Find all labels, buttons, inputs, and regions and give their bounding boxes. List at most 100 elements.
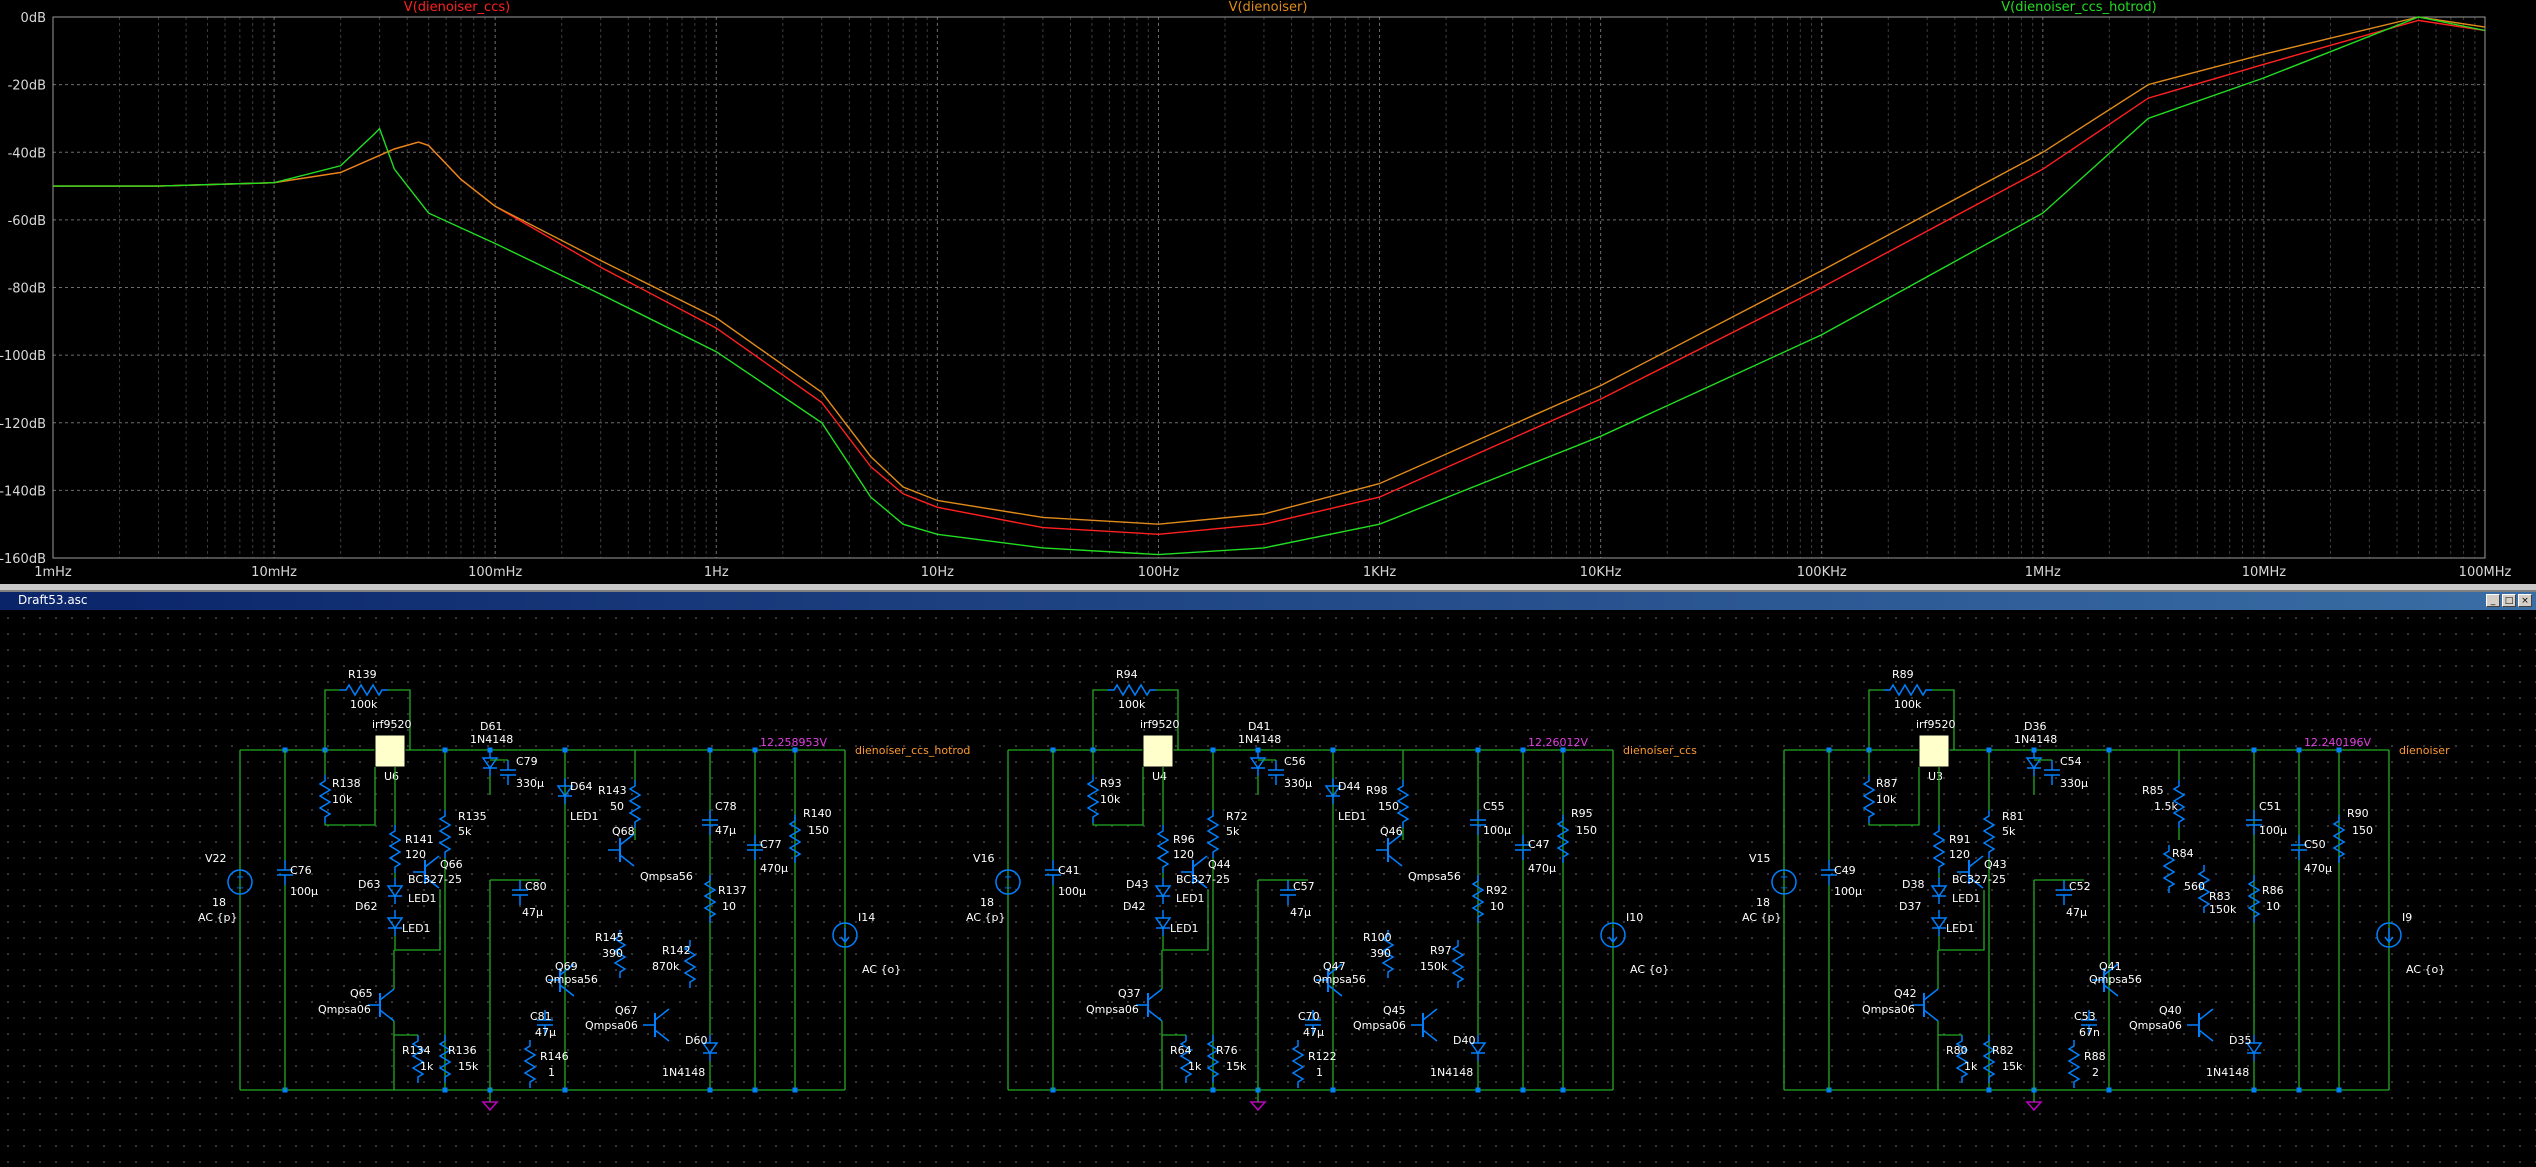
dout-value: 1N4148 (662, 1066, 705, 1079)
diode-top-value: 1N4148 (470, 733, 513, 746)
schematic-window-titlebar[interactable]: Draft53.asc _ □ × (0, 592, 2536, 610)
rlo1-value: 1k (1964, 1060, 1978, 1073)
resistor-symbol (412, 1034, 424, 1084)
y-tick-label: -100dB (0, 349, 46, 364)
mos-model: irf9520 (372, 718, 411, 731)
resistor-symbol (1292, 1039, 1304, 1089)
led-b-ref: D62 (355, 900, 377, 913)
rtop-ref: R143 (598, 784, 627, 797)
clo-value: 47μ (535, 1026, 556, 1039)
schematic-drawing[interactable]: + − V2218AC {p}C76100μR139100kirf9520U6R… (0, 610, 2536, 1163)
qn-value: Qmpsa06 (318, 1003, 371, 1016)
led-c-ref: D44 (1338, 780, 1360, 793)
led-a-ref: D38 (1902, 878, 1924, 891)
isrc-ac: AC {o} (1630, 963, 1669, 976)
clo-ref: C70 (1298, 1010, 1320, 1023)
r2-ref: R141 (405, 833, 434, 846)
mos-ref: U6 (384, 770, 399, 783)
waveform-plot-pane[interactable]: 0dB -20dB -40dB -60dB -80dB -100dB -120dB -140d… (0, 0, 2536, 584)
x-tick-label: 10KHz (1580, 565, 1622, 580)
voltage-source-symbol (995, 869, 1021, 895)
schematic-canvas[interactable]: + − V2218AC {p}C76100μR139100kirf9520U6R… (0, 610, 2536, 1163)
qp-ref: Q66 (440, 858, 463, 871)
led-b-value: LED1 (1946, 922, 1975, 935)
co1-ref: C78 (715, 800, 737, 813)
mos-ref: U3 (1928, 770, 1943, 783)
restore-button[interactable]: □ (2502, 594, 2516, 607)
rlo3-ref: R146 (540, 1050, 569, 1063)
trace-0 (53, 19, 2486, 536)
voltage-source-symbol (227, 869, 253, 895)
csup-ref: C54 (2060, 755, 2082, 768)
ro2-ref: R90 (2347, 807, 2369, 820)
close-button[interactable]: × (2518, 594, 2532, 607)
resistor-symbol (1933, 824, 1945, 874)
co2-value: 470μ (760, 862, 788, 875)
co1-ref: C51 (2259, 800, 2281, 813)
rsup-value: 5k (458, 825, 472, 838)
mos-model: irf9520 (1916, 718, 1955, 731)
qr-value: Qmpsa06 (1353, 1019, 1406, 1032)
trace-label-dienoiser[interactable]: V(dienoiser) (1229, 0, 1308, 15)
window-title: Draft53.asc (18, 593, 88, 607)
vsrc-value: 18 (980, 896, 994, 909)
co1-value: 47μ (715, 824, 736, 837)
dout-value: 1N4148 (1430, 1066, 1473, 1079)
trace-label-hotrod[interactable]: V(dienoiser_ccs_hotrod) (2001, 0, 2156, 15)
qr-ref: Q45 (1383, 1004, 1406, 1017)
x-tick-label: 100Hz (1138, 565, 1180, 580)
ro1-ref: R86 (2262, 884, 2284, 897)
co2-value: 470μ (1528, 862, 1556, 875)
rf-value: 100k (350, 698, 378, 711)
led-symbol (1155, 877, 1171, 905)
minimize-button[interactable]: _ (2486, 594, 2500, 607)
y-tick-label: -60dB (8, 214, 46, 229)
ro1-value: 10 (722, 900, 736, 913)
x-tick-label: 100MHz (2459, 565, 2512, 580)
mos-ref: U4 (1152, 770, 1167, 783)
rm1-value: 390 (602, 947, 623, 960)
isrc-ref: I14 (858, 911, 875, 924)
r2-value: 120 (405, 848, 426, 861)
rf-ref: R94 (1116, 668, 1138, 681)
diode-top-ref: D61 (480, 720, 502, 733)
transistor-symbol (642, 1008, 670, 1042)
co1-ref: C55 (1483, 800, 1505, 813)
x-tick-label: 1MHz (2025, 565, 2061, 580)
rlo3-value: 1 (548, 1066, 555, 1079)
dout-ref: D40 (1453, 1034, 1475, 1047)
led-symbol (387, 877, 403, 905)
dout-value: 1N4148 (2206, 1066, 2249, 1079)
diode-top-value: 1N4148 (1238, 733, 1281, 746)
qtop-ref: Q46 (1380, 825, 1403, 838)
co1-value: 100μ (1483, 824, 1511, 837)
qn-value: Qmpsa06 (1862, 1003, 1915, 1016)
diode-top-ref: D36 (2024, 720, 2046, 733)
led-symbol (1931, 877, 1947, 905)
net-label: dienoiser_ccs (1623, 744, 1697, 757)
csup-value: 330μ (516, 777, 544, 790)
cmid-ref: C80 (525, 880, 547, 893)
rg-ref: R93 (1100, 777, 1122, 790)
y-tick-label: -120dB (0, 417, 46, 432)
trace-label-ccs[interactable]: V(dienoiser_ccs) (404, 0, 510, 15)
diode-top-value: 1N4148 (2014, 733, 2057, 746)
rlo1-ref: R134 (402, 1044, 431, 1057)
x-tick-label: 10Hz (921, 565, 954, 580)
cmid-ref: C57 (1293, 880, 1315, 893)
led-a-value: LED1 (1952, 892, 1981, 905)
cmid-value: 47μ (1290, 906, 1311, 919)
y-tick-label: -140dB (0, 484, 46, 499)
rf-ref: R89 (1892, 668, 1914, 681)
qp-value: BC327-25 (1952, 873, 2006, 886)
clo-value: 47μ (1303, 1026, 1324, 1039)
bode-plot[interactable]: 0dB -20dB -40dB -60dB -80dB -100dB -120dB -140d… (0, 0, 2536, 584)
resistor-symbol (1983, 809, 1995, 859)
rlo3-value: 2 (2092, 1066, 2099, 1079)
rb-value: 150k (2209, 903, 2237, 916)
diode-symbol (482, 749, 498, 777)
isrc-ref: I10 (1626, 911, 1643, 924)
rg-value: 10k (1876, 793, 1897, 806)
y-tick-label: -20dB (8, 79, 46, 94)
circuit-0: V22 18 AC {p} C76 100μ R139 100k irf9520 U6 R138 1… (198, 668, 970, 1111)
